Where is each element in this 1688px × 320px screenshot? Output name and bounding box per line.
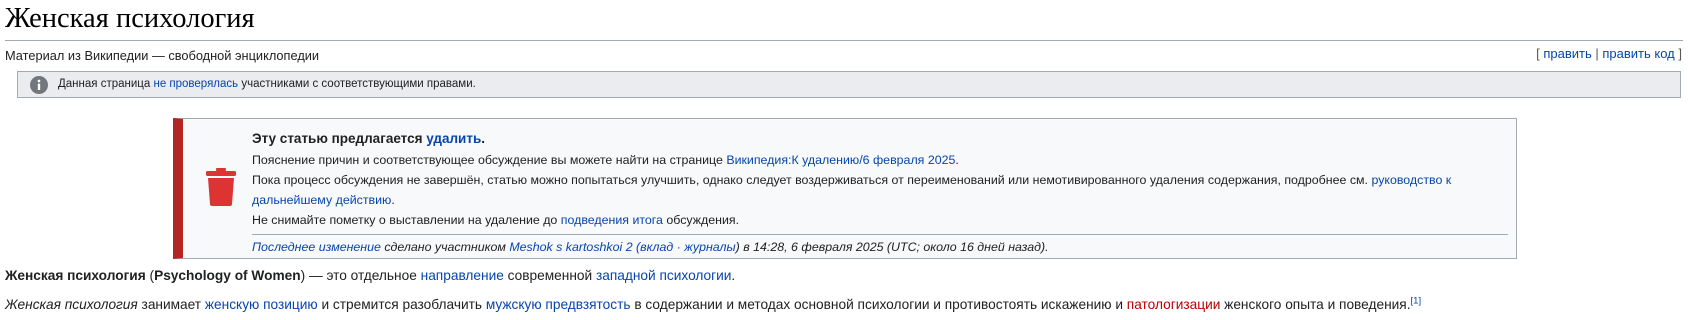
summary-link[interactable]: подведения итога bbox=[561, 213, 663, 227]
meta-text: сделано участником bbox=[380, 240, 510, 254]
italic-term: Женская психология bbox=[5, 297, 138, 312]
deletion-notice-content: Эту статью предлагается удалить. Пояснен… bbox=[252, 128, 1508, 257]
line-text: Пока процесс обсуждения не завершён, ста… bbox=[252, 173, 1372, 187]
line-end: обсуждения. bbox=[662, 213, 740, 227]
deletion-discussion-link[interactable]: Википедия:К удалению/6 февраля 2025 bbox=[726, 153, 955, 167]
heading-text: Эту статью предлагается bbox=[252, 131, 427, 146]
direction-link[interactable]: направление bbox=[421, 268, 504, 283]
pathologization-redlink[interactable]: патологизации bbox=[1127, 297, 1221, 312]
meta-dot: · bbox=[673, 240, 685, 254]
unreviewed-notice-text: Данная страница не проверялась участника… bbox=[58, 72, 476, 97]
text: и стремится разоблачить bbox=[317, 297, 486, 312]
title-divider bbox=[5, 40, 1683, 41]
article-paragraph-1: Женская психология (Psychology of Women)… bbox=[5, 266, 735, 286]
page-title: Женская психология bbox=[5, 3, 255, 34]
delete-link[interactable]: удалить bbox=[426, 131, 481, 146]
edit-link[interactable]: править bbox=[1543, 46, 1591, 61]
text: современной bbox=[503, 268, 596, 283]
last-change-link[interactable]: Последнее изменение bbox=[252, 240, 381, 254]
unreviewed-notice: Данная страница не проверялась участника… bbox=[17, 71, 1681, 98]
line-text: Пояснение причин и соответствующее обсуж… bbox=[252, 153, 727, 167]
text: в содержании и методах основной психолог… bbox=[630, 297, 1127, 312]
logs-link[interactable]: журналы bbox=[684, 240, 735, 254]
text: . bbox=[731, 268, 736, 283]
deletion-notice: Эту статью предлагается удалить. Пояснен… bbox=[173, 118, 1517, 259]
western-psychology-link[interactable]: западной психологии bbox=[596, 268, 731, 283]
user-link[interactable]: Meshok s kartoshkoi 2 bbox=[509, 240, 632, 254]
line-text: Не снимайте пометку о выставлении на уда… bbox=[252, 213, 561, 227]
last-change-info: Последнее изменение сделано участником M… bbox=[252, 237, 1508, 257]
edit-divider: | bbox=[1591, 46, 1603, 61]
deletion-line-warning: Не снимайте пометку о выставлении на уда… bbox=[252, 210, 1508, 230]
not-reviewed-link[interactable]: не проверялась bbox=[153, 78, 238, 90]
notice-text: Данная страница bbox=[58, 78, 154, 90]
reference-link[interactable]: [1] bbox=[1411, 295, 1422, 306]
edit-source-link[interactable]: править код bbox=[1602, 46, 1674, 61]
male-bias-link[interactable]: мужскую предвзятость bbox=[486, 297, 631, 312]
info-icon bbox=[30, 76, 48, 94]
text: ( bbox=[145, 268, 155, 283]
line-end: . bbox=[391, 193, 395, 207]
text: занимает bbox=[137, 297, 205, 312]
heading-end: . bbox=[481, 131, 486, 146]
contrib-link[interactable]: вклад bbox=[640, 240, 673, 254]
bracket-close: ] bbox=[1674, 46, 1682, 61]
site-tagline: Материал из Википедии — свободной энцикл… bbox=[5, 48, 320, 63]
edit-links: [ править | править код ] bbox=[1536, 46, 1682, 62]
bold-term: Женская психология bbox=[5, 268, 146, 283]
female-position-link[interactable]: женскую позицию bbox=[205, 297, 318, 312]
bold-term-en: Psychology of Women bbox=[154, 268, 301, 283]
deletion-heading: Эту статью предлагается удалить. bbox=[252, 128, 1508, 150]
deletion-divider bbox=[252, 234, 1508, 235]
deletion-line-guidance: Пока процесс обсуждения не завершён, ста… bbox=[252, 170, 1508, 210]
line-end: . bbox=[955, 153, 959, 167]
meta-text: ) в 14:28, 6 февраля 2025 (UTC; около 16… bbox=[735, 240, 1049, 254]
text: ) — это отдельное bbox=[300, 268, 421, 283]
text: женского опыта и поведения. bbox=[1220, 297, 1411, 312]
notice-text: участниками с соответствующими правами. bbox=[238, 78, 476, 90]
article-paragraph-2: Женская психология занимает женскую пози… bbox=[5, 295, 1421, 315]
trash-icon bbox=[206, 168, 236, 206]
deletion-line-discussion: Пояснение причин и соответствующее обсуж… bbox=[252, 150, 1508, 170]
